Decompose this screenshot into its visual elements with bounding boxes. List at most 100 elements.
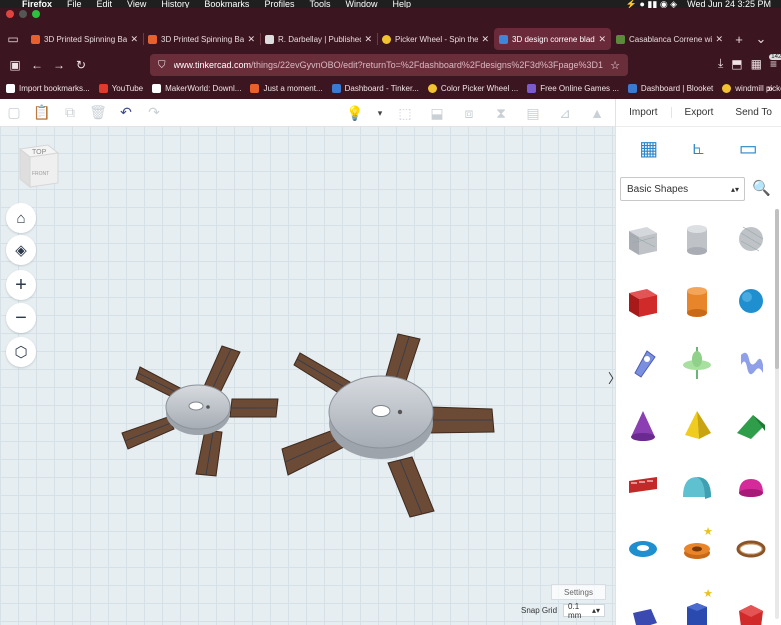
menu-bookmarks[interactable]: Bookmarks xyxy=(204,0,249,8)
tab[interactable]: Casablanca Correne with ✕ xyxy=(611,28,728,50)
ruler-icon[interactable]: ⊿ xyxy=(551,101,579,125)
cylinder-hole-shape[interactable] xyxy=(673,211,721,267)
bookmark-item[interactable]: Free Online Games ... xyxy=(527,84,619,93)
new-shape-icon[interactable]: ▢ xyxy=(0,101,28,125)
extension-icon[interactable]: ▦ xyxy=(751,57,762,71)
hexagonal-prism-shape[interactable]: ★ xyxy=(673,583,721,625)
light-dropdown-icon[interactable]: ▾ xyxy=(373,101,387,125)
paste-icon[interactable]: 📋 xyxy=(28,101,56,125)
sphere-shape[interactable] xyxy=(727,273,775,329)
tab[interactable]: R. Darbellay | Published - ✕ xyxy=(260,28,377,50)
forward-icon[interactable]: → xyxy=(48,58,70,72)
undo-icon[interactable]: ↶ xyxy=(112,101,140,125)
extensions-puzzle-icon[interactable]: ⬒ 142 xyxy=(731,53,781,71)
redo-icon[interactable]: ↷ xyxy=(140,101,168,125)
menu-tools[interactable]: Tools xyxy=(309,0,330,8)
snap-grid-select[interactable]: 0.1 mm ▴▾ xyxy=(563,602,606,620)
search-icon[interactable]: 🔍 xyxy=(752,179,771,197)
close-tab-icon[interactable]: ✕ xyxy=(364,34,372,45)
bookmark-item[interactable]: Just a moment... xyxy=(250,84,323,93)
import-button[interactable]: Import xyxy=(616,107,672,118)
shape-category-select[interactable]: Basic Shapes ▴▾ xyxy=(620,177,745,201)
url-bar[interactable]: ⛉ www.tinkercad.com/things/22evGyvnOBO/e… xyxy=(150,54,628,76)
menu-profiles[interactable]: Profiles xyxy=(264,0,294,8)
pyramid-shape[interactable] xyxy=(673,397,721,453)
menu-edit[interactable]: Edit xyxy=(97,0,113,8)
scroll-thumb[interactable] xyxy=(775,209,779,369)
tab[interactable]: Picker Wheel - Spin the W✕ xyxy=(377,28,494,50)
tab-active[interactable]: 3D design correne blades ✕ xyxy=(494,28,611,50)
notes-tool-icon[interactable]: ▭ xyxy=(739,136,758,161)
bookmark-item[interactable]: Dashboard | Blooket xyxy=(627,84,713,93)
delete-icon[interactable]: 🗑 xyxy=(84,101,112,125)
tab-list-icon[interactable]: ⌄ xyxy=(750,31,772,47)
blade[interactable] xyxy=(195,429,223,477)
small-spinner[interactable] xyxy=(121,345,279,477)
scribble-shape[interactable] xyxy=(619,335,667,391)
status-icons[interactable]: ⚡ ● ▮▮ ◉ ◈ xyxy=(626,0,677,8)
bookmark-star-icon[interactable]: ☆ xyxy=(610,59,620,72)
text-squiggle-shape[interactable] xyxy=(727,335,775,391)
blade[interactable] xyxy=(121,416,175,450)
bookmark-item[interactable]: Dashboard - Tinker... xyxy=(331,84,419,93)
close-window-button[interactable] xyxy=(6,10,14,18)
bookmarks-overflow-icon[interactable]: » xyxy=(767,83,773,95)
bookmark-item[interactable]: Color Picker Wheel ... xyxy=(427,84,518,93)
workplane-grid-icon[interactable]: ▦ xyxy=(639,136,658,161)
large-spinner[interactable] xyxy=(281,333,495,518)
text-shape[interactable] xyxy=(619,459,667,515)
sidebar-toggle-icon[interactable]: ▭ xyxy=(0,26,26,52)
ungroup-icon[interactable]: ⬓ xyxy=(423,101,451,125)
bookmark-item[interactable]: Import bookmarks... xyxy=(6,84,90,93)
cone-shape[interactable] xyxy=(619,397,667,453)
zoom-window-button[interactable] xyxy=(32,10,40,18)
menu-firefox[interactable]: Firefox xyxy=(22,0,52,8)
bookmark-item[interactable]: MakerWorld: Downl... xyxy=(152,84,241,93)
cylinder-shape[interactable] xyxy=(673,273,721,329)
3d-scene[interactable] xyxy=(0,127,615,625)
page-actions-icon[interactable]: ▣ xyxy=(4,58,26,72)
shape-generators-shape[interactable] xyxy=(673,335,721,391)
workplane-icon[interactable]: ▤ xyxy=(519,101,547,125)
tab[interactable]: 3D Printed Spinning Battl ✕ xyxy=(143,28,260,50)
export-button[interactable]: Export xyxy=(672,107,727,118)
downloads-icon[interactable]: ⤓ xyxy=(718,56,723,71)
roof-shape[interactable] xyxy=(727,397,775,453)
reload-icon[interactable]: ↻ xyxy=(70,58,92,72)
settings-button[interactable]: Settings xyxy=(551,584,606,600)
close-tab-icon[interactable]: ✕ xyxy=(247,34,255,45)
mirror-icon[interactable]: ⧗ xyxy=(487,101,515,125)
duplicate-icon[interactable]: ⧉ xyxy=(56,101,84,125)
tab[interactable]: 3D Printed Spinning Battl ✕ xyxy=(26,28,143,50)
close-tab-icon[interactable]: ✕ xyxy=(130,34,138,45)
sphere-hole-shape[interactable] xyxy=(727,211,775,267)
polygon-shape[interactable] xyxy=(619,583,667,625)
minimize-window-button[interactable] xyxy=(19,10,27,18)
panel-scrollbar[interactable] xyxy=(775,209,779,619)
close-tab-icon[interactable]: ✕ xyxy=(715,34,723,45)
url-text[interactable]: www.tinkercad.com/things/22evGyvnOBO/edi… xyxy=(174,60,611,70)
ring-shape[interactable] xyxy=(727,521,775,577)
ruler-tool-icon[interactable]: ⦜ xyxy=(693,137,704,160)
align-icon[interactable]: ⧈ xyxy=(455,101,483,125)
clock[interactable]: Wed Jun 24 3:25 PM xyxy=(687,0,771,8)
box-hole-shape[interactable] xyxy=(619,211,667,267)
bookmark-item[interactable]: YouTube xyxy=(98,84,143,93)
send-to-button[interactable]: Send To xyxy=(726,107,781,118)
close-tab-icon[interactable]: ✕ xyxy=(481,34,489,45)
half-sphere-shape[interactable] xyxy=(727,459,775,515)
tube-shape[interactable]: ★ xyxy=(673,521,721,577)
site-info-icon[interactable]: ⛉ xyxy=(158,60,166,71)
menu-history[interactable]: History xyxy=(161,0,189,8)
notes-icon[interactable]: ▲ xyxy=(583,101,611,125)
new-tab-icon[interactable]: + xyxy=(728,32,750,47)
menu-help[interactable]: Help xyxy=(392,0,411,8)
menu-view[interactable]: View xyxy=(127,0,146,8)
torus-shape[interactable] xyxy=(619,521,667,577)
icosahedron-shape[interactable] xyxy=(727,583,775,625)
box-shape[interactable] xyxy=(619,273,667,329)
group-icon[interactable]: ⬚ xyxy=(391,101,419,125)
close-tab-icon[interactable]: ✕ xyxy=(598,34,606,45)
light-bulb-icon[interactable]: 💡 xyxy=(341,101,369,125)
round-roof-shape[interactable] xyxy=(673,459,721,515)
